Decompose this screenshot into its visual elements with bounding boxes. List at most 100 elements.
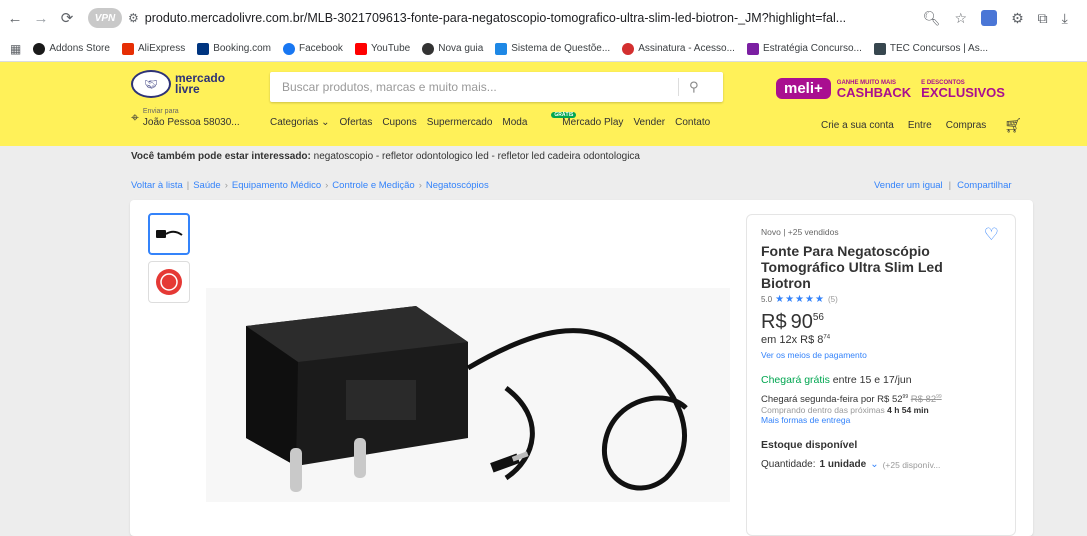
- bookmark-aliexpress[interactable]: AliExpress: [121, 42, 185, 55]
- bookmark-estrategia[interactable]: Estratégia Concurso...: [746, 42, 862, 55]
- extension-icon[interactable]: [981, 10, 998, 26]
- tec-icon: [873, 42, 886, 55]
- breadcrumb-separator: |: [186, 180, 190, 191]
- quantity-value: 1 unidade: [819, 459, 867, 471]
- nav-cupons[interactable]: Cupons: [382, 117, 416, 128]
- location-label: Enviar para: [142, 108, 179, 115]
- apps-grid-icon[interactable]: ▦: [10, 42, 21, 56]
- chevron-right-icon: ›: [418, 180, 422, 191]
- vpn-badge[interactable]: VPN: [88, 8, 122, 28]
- nav-supermercado[interactable]: Supermercado: [427, 117, 493, 128]
- breadcrumb: Voltar à lista | Saúde › Equipamento Méd…: [131, 180, 489, 191]
- product-card: Novo | +25 vendidos ♡ Fonte Para Negatos…: [130, 200, 1033, 536]
- breadcrumb-equipamento[interactable]: Equipamento Médico: [232, 180, 321, 191]
- nav-mercado-play[interactable]: GRÁTISMercado Play: [537, 112, 624, 128]
- search-divider: [678, 78, 679, 96]
- site-info-icon[interactable]: ⚙: [128, 11, 139, 25]
- back-to-list-link[interactable]: Voltar à lista: [131, 180, 183, 191]
- link-separator: |: [948, 180, 952, 191]
- fast-shipping-old-price-text: R$ 82: [910, 394, 937, 406]
- bookmark-star-icon[interactable]: ☆: [955, 10, 968, 27]
- bookmark-tec-concursos[interactable]: TEC Concursos | As...: [873, 42, 988, 55]
- nav-mercado-play-label: Mercado Play: [562, 117, 624, 128]
- questoes-icon: [495, 42, 508, 55]
- bookmark-facebook[interactable]: Facebook: [283, 42, 343, 55]
- location-pin-icon: ⌖: [131, 108, 139, 125]
- cart-icon[interactable]: 🛒︎: [1004, 117, 1022, 134]
- bookmark-booking[interactable]: Booking.com: [197, 42, 271, 55]
- delivery-location[interactable]: ⌖ Enviar para João Pessoa 58030...: [131, 106, 240, 128]
- breadcrumb-saude[interactable]: Saúde: [193, 180, 220, 191]
- bookmark-assinatura[interactable]: Assinatura - Acesso...: [622, 42, 735, 55]
- seal-thumbnail-icon: [156, 269, 182, 295]
- assinatura-icon: [622, 42, 635, 55]
- meli-plus-logo: meli+: [776, 77, 831, 99]
- thumbnail-1[interactable]: [148, 213, 190, 255]
- login-link[interactable]: Entre: [908, 120, 932, 131]
- listing-actions: Vender um igual | Compartilhar: [874, 180, 1012, 191]
- fast-shipping-old-price: R$ 8299: [911, 394, 942, 405]
- nav-vender[interactable]: Vender: [633, 117, 665, 128]
- installments-cents: 74: [823, 334, 831, 341]
- quantity-label: Quantidade:: [761, 459, 816, 471]
- meli-promo-exclusivos: EXCLUSIVOS: [921, 85, 1005, 100]
- aliexpress-icon: [121, 42, 134, 55]
- mercado-livre-logo[interactable]: 🤝︎ mercado livre: [131, 70, 225, 98]
- price-integer: 90: [790, 311, 813, 333]
- heart-icon[interactable]: ♡: [984, 225, 999, 245]
- account-nav: Crie a sua conta Entre Compras 🛒︎: [821, 117, 1022, 134]
- address-bar[interactable]: produto.mercadolivre.com.br/MLB-30217096…: [145, 11, 915, 25]
- category-nav: Categorias ⌄ Ofertas Cupons Supermercado…: [270, 112, 710, 128]
- search-input[interactable]: [270, 80, 670, 94]
- power-adapter-image: [206, 288, 730, 502]
- bookmark-addons[interactable]: Addons Store: [33, 42, 110, 55]
- extensions-puzzle-icon[interactable]: ⧉: [1038, 10, 1048, 27]
- extension-gear-icon[interactable]: ⚙: [1011, 10, 1024, 27]
- nav-contato[interactable]: Contato: [675, 117, 710, 128]
- shipping-deadline-text: Comprando dentro das próximas: [761, 405, 888, 416]
- related-searches: Você também pode estar interessado: nega…: [131, 151, 640, 162]
- nav-categorias[interactable]: Categorias ⌄: [270, 117, 330, 128]
- breadcrumb-controle[interactable]: Controle e Medição: [332, 180, 414, 191]
- more-shipping-link[interactable]: Mais formas de entrega: [761, 415, 1001, 425]
- rating-count: (5): [827, 295, 838, 304]
- condition-sold-count: Novo | +25 vendidos: [761, 227, 839, 237]
- share-link[interactable]: Compartilhar: [957, 180, 1011, 191]
- nav-moda[interactable]: Moda: [502, 117, 527, 128]
- zoom-icon[interactable]: 🔍︎: [923, 10, 941, 27]
- fast-shipping-text: Chegará segunda-feira por R$ 52: [761, 394, 903, 406]
- meli-plus-banner[interactable]: meli+ GANHE MUITO MAIS CASHBACK E DESCON…: [776, 75, 1030, 101]
- product-main-image[interactable]: [206, 288, 730, 502]
- addons-icon: [33, 42, 46, 55]
- related-searches-items[interactable]: negatoscopio - refletor odontologico led…: [314, 151, 640, 162]
- breadcrumb-negatoscopios[interactable]: Negatoscópios: [426, 180, 489, 191]
- globe-icon: [422, 42, 435, 55]
- reload-icon[interactable]: ⟳: [56, 7, 78, 29]
- product-rating[interactable]: 5.0 ★★★★★ (5): [761, 294, 1001, 305]
- facebook-icon: [283, 42, 296, 55]
- search-icon[interactable]: ⚲: [689, 79, 699, 95]
- bookmark-sistema-questoes[interactable]: Sistema de Questõe...: [495, 42, 610, 55]
- installments: em 12x R$ 874: [761, 334, 1001, 346]
- free-shipping-label: Chegará grátis: [761, 374, 830, 386]
- bookmark-nova-guia[interactable]: Nova guia: [422, 42, 483, 55]
- sell-same-link[interactable]: Vender um igual: [874, 180, 943, 191]
- purchases-link[interactable]: Compras: [946, 120, 987, 131]
- star-icon: ★★★★★: [775, 294, 825, 305]
- forward-arrow-icon[interactable]: →: [30, 7, 52, 29]
- create-account-link[interactable]: Crie a sua conta: [821, 120, 894, 131]
- thumbnail-2[interactable]: [148, 261, 190, 303]
- chevron-right-icon: ›: [224, 180, 228, 191]
- buy-box: Novo | +25 vendidos ♡ Fonte Para Negatos…: [746, 214, 1016, 536]
- bookmarks-bar: ▦ Addons Store AliExpress Booking.com Fa…: [0, 36, 1087, 62]
- search-bar: ⚲: [270, 72, 723, 102]
- quantity-selector[interactable]: Quantidade: 1 unidade ⌄ (+25 disponív...: [761, 459, 1001, 470]
- bookmark-youtube[interactable]: YouTube: [354, 42, 410, 55]
- download-icon[interactable]: ⤓: [1062, 10, 1068, 27]
- payment-methods-link[interactable]: Ver os meios de pagamento: [761, 350, 1001, 360]
- product-title: Fonte Para Negatoscópio Tomográfico Ultr…: [761, 243, 943, 291]
- shipping-deadline-time: 4 h 54 min: [887, 405, 929, 416]
- nav-ofertas[interactable]: Ofertas: [340, 117, 373, 128]
- back-arrow-icon[interactable]: ←: [4, 7, 26, 29]
- handshake-icon: 🤝︎: [131, 70, 171, 98]
